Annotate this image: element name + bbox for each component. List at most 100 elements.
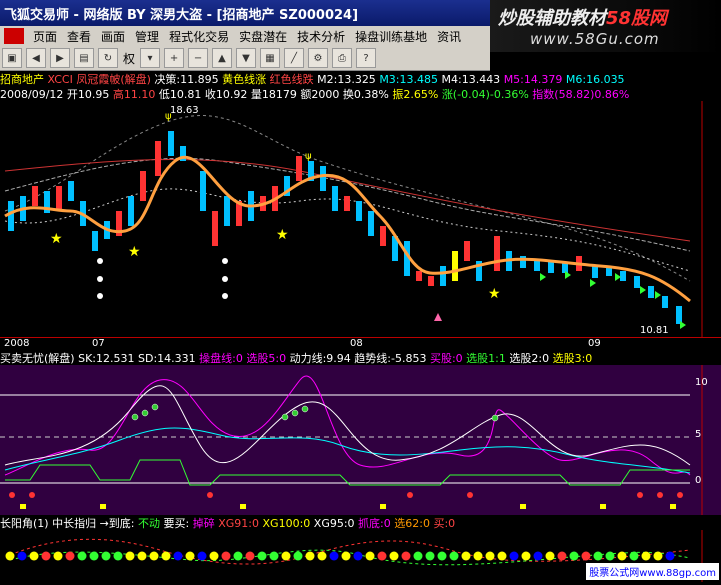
menu-item[interactable]: 操盘训练基地: [350, 28, 432, 45]
up-icon[interactable]: ▲: [212, 48, 233, 68]
forward-icon[interactable]: ▶: [50, 48, 70, 68]
back-icon[interactable]: ◀: [26, 48, 46, 68]
open-icon[interactable]: ▣: [2, 48, 22, 68]
signal-dot: [125, 551, 135, 561]
menu-item[interactable]: 画面: [96, 28, 130, 45]
signal-dot: [581, 551, 591, 561]
signal-dot: [329, 551, 339, 561]
ind1-s20: 选股2:0: [509, 352, 550, 365]
low-price: 低10.81: [158, 88, 202, 101]
menu-item[interactable]: 资讯: [432, 28, 466, 45]
turnover: 换0.38%: [342, 88, 389, 101]
axis-tick: 10: [695, 377, 708, 388]
down-icon[interactable]: ▼: [236, 48, 257, 68]
ind2-buy: 买:0: [433, 517, 456, 530]
indicator1-panel[interactable]: 10 5 0: [0, 365, 721, 515]
signal-dot: [617, 551, 627, 561]
window-title: 飞狐交易师 - 网络版 BY 深男大盗 - [招商地产 SZ000024]: [4, 8, 359, 23]
close-price: 收10.92: [204, 88, 248, 101]
svg-text:ψ: ψ: [305, 151, 312, 162]
signal-dot: [377, 551, 387, 561]
signal-dot: [185, 551, 195, 561]
bar-date: 2008/09/12: [0, 88, 64, 101]
date-label: 09: [588, 338, 601, 349]
signal-dot: [257, 551, 267, 561]
chart-icon[interactable]: ▤: [74, 48, 94, 68]
zoom-in-icon[interactable]: +: [164, 48, 185, 68]
signal-dot: [65, 551, 75, 561]
grid-icon[interactable]: ▦: [260, 48, 281, 68]
signal-dot: [197, 551, 207, 561]
signal-dot: [341, 551, 351, 561]
ind1-s30: 选股3:0: [552, 352, 593, 365]
indicator2-header: 长阳角(1) 中长指归 →到底: 不动 要买: 掉碎 XG91:0 XG100:…: [0, 515, 721, 530]
signal-dot: [77, 551, 87, 561]
amplitude: 振2.65%: [392, 88, 439, 101]
ind2-title: 长阳角(1): [0, 517, 49, 530]
ind1-sd: SD:14.331: [138, 352, 196, 365]
menu-item[interactable]: 查看: [62, 28, 96, 45]
rights-label[interactable]: 权: [123, 50, 135, 67]
menu-item[interactable]: 管理: [130, 28, 164, 45]
star-marker: ★: [50, 231, 63, 247]
ad-banner: 炒股辅助教材58股网 www.58Gu.com: [490, 0, 721, 52]
signal-dot: [497, 551, 507, 561]
signal-dot: [113, 551, 123, 561]
signal-dot: [665, 551, 675, 561]
signal-dot: [545, 551, 555, 561]
signal-dot: [209, 551, 219, 561]
ind1-op: 操盘线:0: [199, 352, 243, 365]
settings-icon[interactable]: ⚙: [308, 48, 329, 68]
banner-line1: 炒股辅助教材58股网: [498, 8, 668, 29]
ind2-grab: 抓底:0: [358, 517, 391, 530]
help-icon[interactable]: ?: [356, 48, 377, 68]
signal-dot: [425, 551, 435, 561]
refresh-icon[interactable]: ↻: [98, 48, 118, 68]
change: 涨(-0.04)-0.36%: [441, 88, 529, 101]
menu-item[interactable]: 技术分析: [292, 28, 350, 45]
amount: 额2000: [300, 88, 340, 101]
ind2-x95: XG95:0: [313, 517, 355, 530]
date-label: 2008: [4, 338, 30, 349]
svg-text:★: ★: [276, 227, 289, 243]
svg-text:★: ★: [488, 286, 501, 302]
print-icon[interactable]: ⎙: [332, 48, 353, 68]
decision-value: 决策:11.895: [154, 73, 219, 86]
m4-value: M4:13.443: [441, 73, 501, 86]
axis-tick: 5: [695, 429, 702, 440]
signal-dot: [485, 551, 495, 561]
svg-text:ψ: ψ: [165, 111, 172, 122]
signal-dot: [305, 551, 315, 561]
signal-dot: [605, 551, 615, 561]
menu-item[interactable]: 程式化交易: [164, 28, 234, 45]
signal-dot: [569, 551, 579, 561]
indicator2-panel[interactable]: 股票公式网www.88gp.com: [0, 530, 721, 582]
app-icon[interactable]: [4, 28, 24, 44]
ind2-s62: 选62:0: [394, 517, 430, 530]
candlestick-chart[interactable]: ★ ★ ★ ★ 18.63 10.81 ψ ψ: [0, 101, 721, 337]
watermark: 股票公式网www.88gp.com: [586, 563, 719, 580]
banner-line2: www.58Gu.com: [530, 30, 660, 48]
signal-dot: [449, 551, 459, 561]
ind2-x100: XG100:0: [262, 517, 311, 530]
menu-item[interactable]: 页面: [28, 28, 62, 45]
ind1-power: 动力线:9.94: [289, 352, 351, 365]
ind2-mid: 中长指归: [52, 517, 97, 530]
signal-dot: [653, 551, 663, 561]
signal-dot: [557, 551, 567, 561]
info-bar-2: 2008/09/12 开10.95 高11.10 低10.81 收10.92 量…: [0, 86, 721, 101]
menu-item[interactable]: 实盘潜在: [234, 28, 292, 45]
signal-dots: [5, 551, 675, 561]
axis-tick: 0: [695, 475, 702, 486]
ind2-fall: 掉碎: [192, 517, 215, 530]
open-price: 开10.95: [66, 88, 110, 101]
menu-bar: 页面 查看 画面 管理 程式化交易 实盘潜在 技术分析 操盘训练基地 资讯: [0, 26, 490, 46]
line-icon[interactable]: ╱: [284, 48, 305, 68]
candles: [8, 131, 682, 324]
signal-dot: [317, 551, 327, 561]
zoom-out-icon[interactable]: −: [188, 48, 209, 68]
ind1-buy: 买股:0: [429, 352, 463, 365]
signal-dot: [41, 551, 51, 561]
dropdown-icon[interactable]: ▾: [140, 48, 161, 68]
indicator1-svg: [0, 365, 703, 515]
